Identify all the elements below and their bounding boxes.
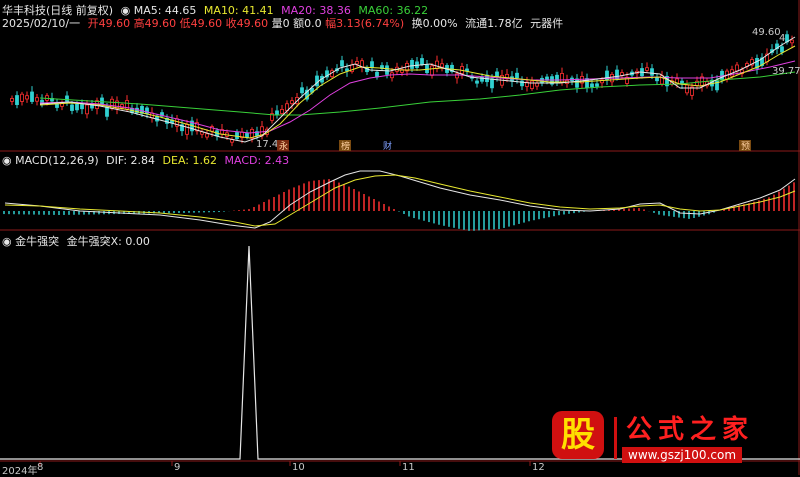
price-edge-label: 4 [779, 33, 785, 44]
macd-histogram [3, 179, 795, 231]
candle-body [340, 60, 344, 67]
candle-body [345, 68, 349, 72]
candle-body [375, 71, 379, 78]
candle-body [735, 64, 739, 72]
candlestick-series [10, 30, 794, 147]
candle-body [80, 104, 84, 110]
watermark-divider [614, 417, 617, 459]
candle-body [35, 97, 39, 102]
event-markers[interactable]: 永 榜 财 预 [277, 140, 751, 152]
candle-body [300, 87, 304, 94]
event-marker-2[interactable]: 榜 [341, 140, 350, 152]
candle-body [290, 100, 294, 105]
candle-body [85, 104, 89, 115]
candle-body [615, 69, 619, 80]
candle-body [75, 103, 79, 111]
candle-body [420, 58, 424, 65]
candle-body [275, 110, 279, 115]
candle-body [490, 78, 494, 89]
candle-body [65, 95, 69, 102]
candle-body [495, 71, 499, 77]
candle-body [245, 133, 249, 138]
candle-body [410, 60, 414, 69]
macd-dif-line [4, 170, 796, 229]
event-marker-3[interactable]: 财 [383, 140, 392, 152]
candle-body [185, 123, 189, 135]
candle-body [315, 75, 319, 87]
candle-body [430, 65, 434, 76]
candle-body [575, 78, 579, 88]
candle-body [370, 61, 374, 69]
candle-body [515, 72, 519, 79]
site-watermark: 股 公式之家 www.gszj100.com [552, 407, 792, 469]
candle-body [650, 68, 654, 76]
candle-body [440, 63, 444, 68]
x-axis-aug: 8 [37, 462, 44, 473]
watermark-brand: 公式之家 [626, 415, 755, 445]
candle-body [20, 93, 24, 102]
chart-canvas[interactable]: 49.60 4 17.40 39.77 永 榜 财 预 [0, 0, 800, 475]
ma5-line [39, 36, 796, 143]
x-axis [39, 461, 531, 466]
right-price-label: 39.77 [772, 66, 800, 77]
candle-body [645, 67, 649, 71]
candle-body [435, 60, 439, 70]
x-axis-oct: 10 [292, 462, 305, 473]
candle-body [555, 74, 559, 83]
candle-body [595, 83, 599, 87]
candle-body [10, 98, 14, 102]
candle-body [535, 82, 539, 87]
candle-body [15, 95, 19, 105]
watermark-logo: 股 [552, 411, 604, 459]
candle-body [780, 46, 784, 53]
candle-body [560, 73, 564, 83]
candle-body [235, 132, 239, 140]
macd-dea-line [4, 174, 796, 227]
ma20-line [39, 60, 796, 134]
candle-body [475, 80, 479, 84]
watermark-url: www.gszj100.com [622, 447, 743, 463]
candle-body [25, 95, 29, 100]
x-axis-dec: 12 [532, 462, 545, 473]
candle-body [70, 104, 74, 111]
candle-body [105, 106, 109, 117]
candle-body [590, 83, 594, 88]
high-price-label: 49.60 [752, 27, 781, 38]
event-marker-1[interactable]: 永 [279, 140, 288, 152]
candle-body [355, 61, 359, 65]
candle-body [455, 73, 459, 79]
candle-body [280, 108, 284, 115]
candle-body [530, 80, 534, 89]
candle-body [655, 76, 659, 82]
candle-body [205, 133, 209, 138]
candle-body [30, 91, 34, 102]
candle-body [790, 39, 794, 44]
candle-body [685, 84, 689, 94]
candle-body [385, 65, 389, 75]
x-axis-nov: 11 [402, 462, 415, 473]
event-marker-4[interactable]: 预 [741, 141, 750, 152]
x-axis-sep: 9 [174, 462, 181, 473]
